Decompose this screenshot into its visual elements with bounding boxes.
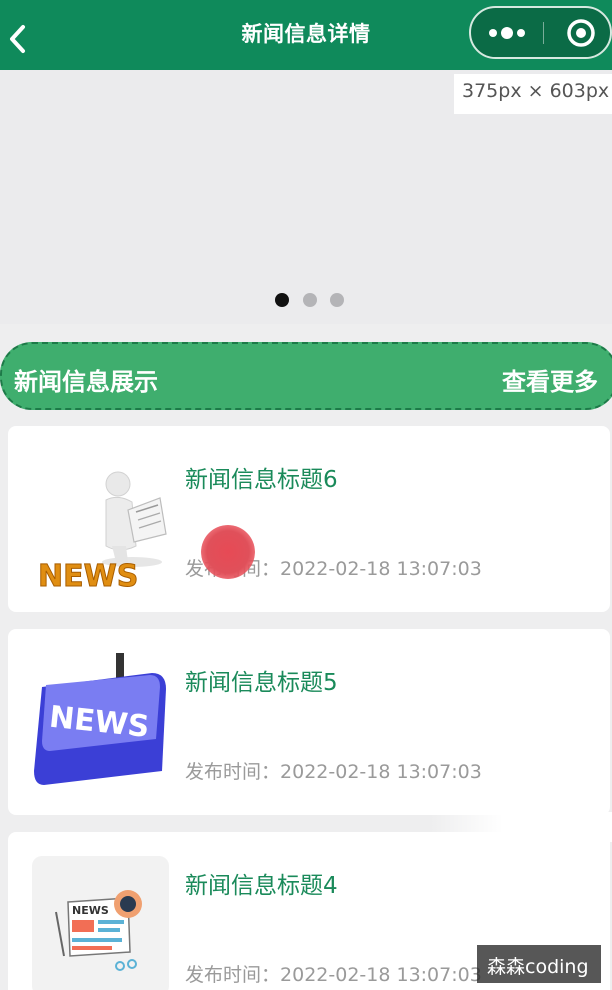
news-publish-time: 发布时间：2022-02-18 13:07:03 xyxy=(185,757,482,784)
touch-indicator xyxy=(201,525,255,579)
swiper-dot[interactable] xyxy=(303,293,317,307)
miniprogram-capsule xyxy=(469,6,612,59)
news-3d-figure-image: NEWS xyxy=(32,450,169,590)
target-circle-icon xyxy=(567,19,595,47)
close-miniprogram-button[interactable] xyxy=(555,8,609,57)
publish-time-label: 发布时间： xyxy=(185,964,281,986)
more-button[interactable] xyxy=(475,8,541,57)
news-publish-time: 发布时间：2022-02-18 13:07:03 xyxy=(185,960,482,987)
news-key-image: NEWS xyxy=(32,653,169,793)
viewport-size-tag: 375px × 603px xyxy=(454,74,612,114)
section-header: 新闻信息展示 查看更多 xyxy=(0,342,612,410)
more-dots-icon xyxy=(489,27,525,39)
news-title: 新闻信息标题5 xyxy=(185,670,338,696)
svg-text:NEWS: NEWS xyxy=(38,559,138,590)
navigation-bar: 新闻信息详情 xyxy=(0,0,612,70)
newspaper-illustration-image: NEWS xyxy=(32,856,169,990)
view-more-link[interactable]: 查看更多 xyxy=(502,362,598,397)
publish-time-value: 2022-02-18 13:07:03 xyxy=(280,761,482,783)
capsule-divider xyxy=(543,22,544,44)
svg-text:NEWS: NEWS xyxy=(72,904,109,917)
swiper-dot[interactable] xyxy=(275,293,289,307)
news-card[interactable]: NEWS 新闻信息标题6 发布时间：2022-02-18 13:07:03 xyxy=(8,426,610,612)
swiper-dot[interactable] xyxy=(330,293,344,307)
news-card[interactable]: NEWS 新闻信息标题5 发布时间：2022-02-18 13:07:03 xyxy=(8,629,610,815)
publish-time-label: 发布时间： xyxy=(185,761,281,783)
publish-time-value: 2022-02-18 13:07:03 xyxy=(280,558,482,580)
news-title: 新闻信息标题4 xyxy=(185,873,338,899)
watermark: 森森coding xyxy=(477,945,601,983)
publish-time-value: 2022-02-18 13:07:03 xyxy=(280,964,482,986)
edge-fade xyxy=(430,812,612,842)
section-title: 新闻信息展示 xyxy=(14,368,158,396)
news-title: 新闻信息标题6 xyxy=(185,467,338,493)
